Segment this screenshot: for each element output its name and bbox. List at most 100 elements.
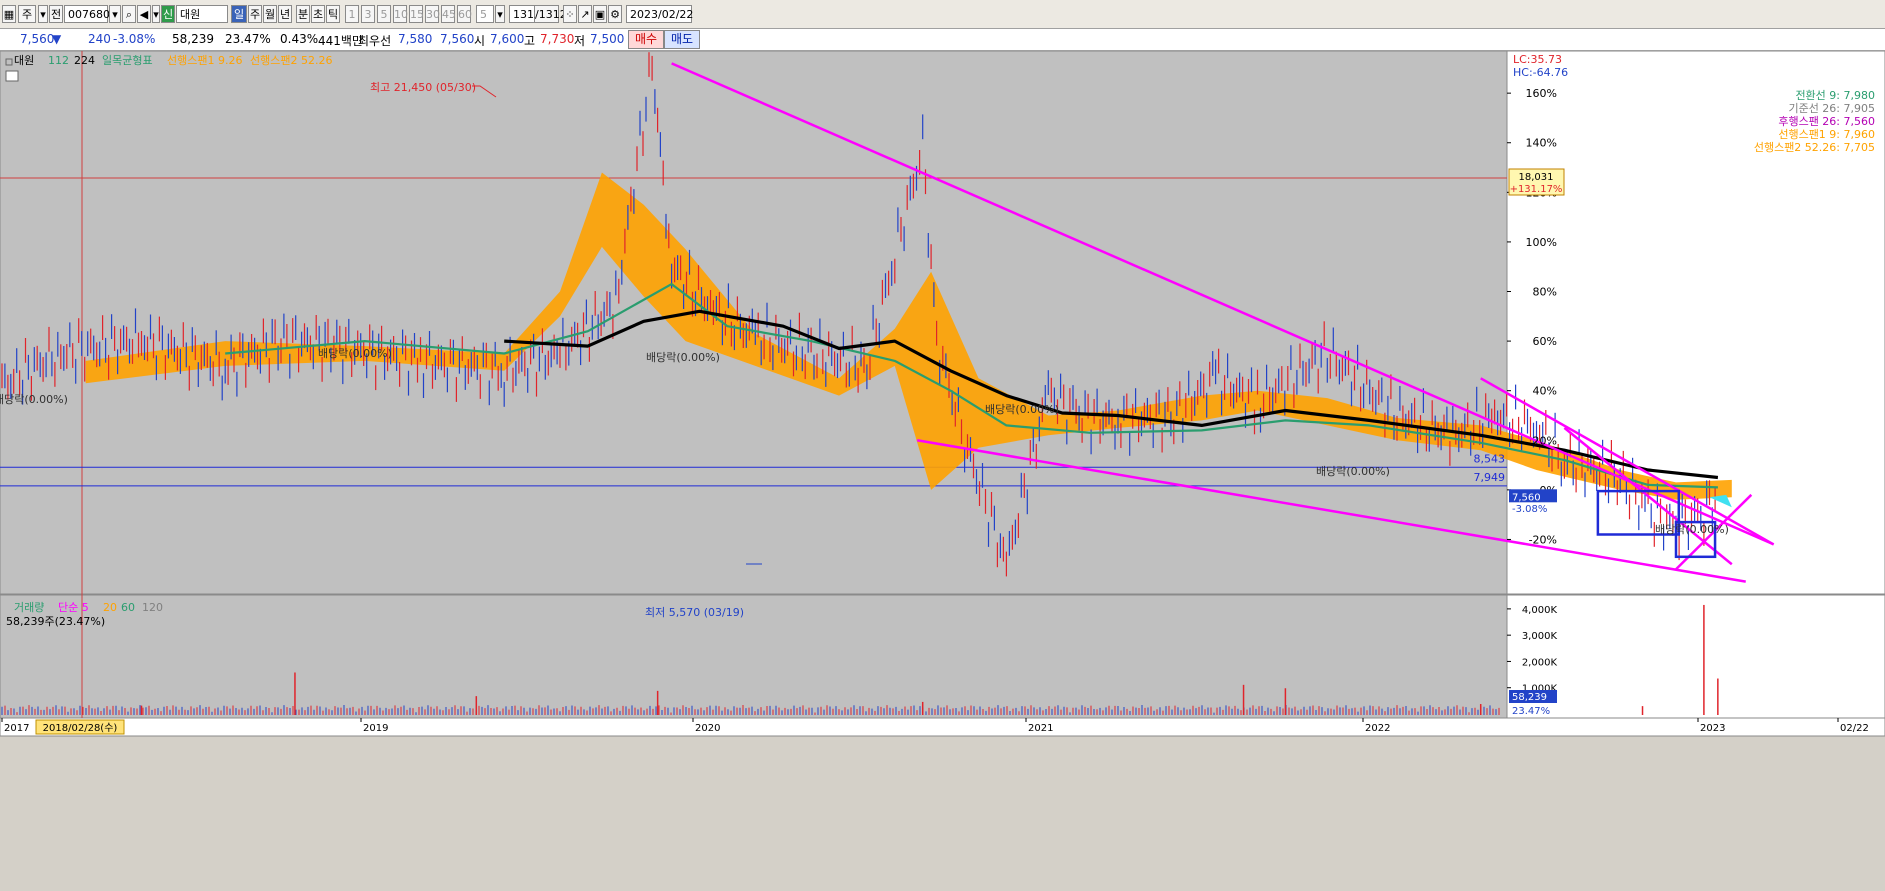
interval-15-button[interactable]: 15 (409, 5, 424, 23)
best-bid: 7,560 (440, 32, 475, 46)
speaker-dropdown-icon[interactable]: ▾ (152, 5, 160, 23)
volume-legend-ma120: 120 (142, 601, 163, 614)
market-dropdown-icon[interactable]: ▾ (38, 5, 48, 23)
volume-total-label: 58,239주(23.47%) (6, 615, 105, 628)
period-tick-tab[interactable]: 틱 (326, 5, 340, 23)
volume-legend-ma20: 20 (103, 601, 117, 614)
x-tick-label: 2020 (695, 723, 720, 734)
high-annotation: 최고 21,450 (05/30) (370, 81, 476, 94)
ichimoku-value-label: 후행스팬 26: 7,560 (1778, 115, 1875, 128)
low-annotation: 최저 5,570 (03/19) (645, 606, 744, 619)
x-tick-label: 2018/02/28(수) (43, 722, 118, 734)
legend-symbol: 대원 (14, 54, 34, 67)
count-total: /1312 (535, 5, 567, 23)
legend-span1: 선행스팬1 9.26 (167, 54, 242, 67)
chart-settings-icon[interactable]: ▦ (2, 5, 16, 23)
period-year-tab[interactable]: 년 (278, 5, 292, 23)
grid-toggle-icon[interactable]: ⁘ (563, 5, 577, 23)
ichimoku-value-label: 전환선 9: 7,980 (1795, 89, 1875, 102)
hline-price-label: 7,949 (1474, 471, 1506, 484)
y-tick-label: 20% (1533, 434, 1557, 447)
volume-legend-ma60: 60 (121, 601, 135, 614)
current-volume-label: 58,239 (1512, 692, 1547, 703)
interval-45-button[interactable]: 45 (441, 5, 456, 23)
interval-dropdown-icon[interactable]: ▾ (495, 5, 505, 23)
exchange-select[interactable]: 전 (49, 5, 63, 23)
stock-chart[interactable]: 160%140%120%100%80%60%40%20%0%-20%LC:35.… (0, 50, 1885, 888)
y-tick-label: 60% (1533, 335, 1557, 348)
gear-icon[interactable]: ⚙ (608, 5, 622, 23)
buy-button[interactable]: 매수 (628, 30, 665, 49)
volume-panel-background (0, 594, 1508, 719)
low-price: 7,500 (590, 32, 625, 46)
ichimoku-value-label: 기준선 26: 7,905 (1788, 102, 1875, 115)
dividend-annotation: 배당락(0.00%) (0, 393, 68, 406)
price-change-pct: -3.08% (113, 32, 156, 46)
ichimoku-value-label: 선행스팬2 52.26: 7,705 (1754, 141, 1875, 154)
volume-y-tick-label: 2,000K (1522, 657, 1558, 668)
legend-ma224: 224 (74, 54, 95, 67)
high-label: 고 (524, 34, 536, 48)
dividend-annotation: 배당락(0.00%) (646, 351, 720, 364)
legend-span2: 선행스팬2 52.26 (250, 54, 332, 67)
trend-icon[interactable]: ↗ (578, 5, 592, 23)
ichimoku-value-label: 선행스팬1 9: 7,960 (1778, 128, 1875, 141)
chart-area: 160%140%120%100%80%60%40%20%0%-20%LC:35.… (0, 50, 1885, 888)
current-volume-pct: 23.47% (1512, 706, 1550, 717)
dividend-annotation: 배당락(0.00%) (1655, 523, 1729, 536)
volume-ratio: 23.47% (225, 32, 271, 46)
low-label: 저 (574, 34, 586, 48)
current-price: 7,560 (20, 32, 55, 46)
interval-3-button[interactable]: 3 (361, 5, 375, 23)
x-tick-label: 2021 (1028, 723, 1053, 734)
interval-60-button[interactable]: 60 (457, 5, 472, 23)
date-input[interactable]: 2023/02/22 (626, 5, 693, 23)
dividend-annotation: 배당락(0.00%) (318, 347, 392, 360)
best-quote-label: 최우선 (358, 34, 392, 48)
period-week-tab[interactable]: 주 (248, 5, 262, 23)
panel-menu-icon (5, 70, 19, 82)
interval-30-button[interactable]: 30 (425, 5, 440, 23)
open-price: 7,600 (490, 32, 525, 46)
interval-input[interactable]: 5 (476, 5, 494, 23)
y-tick-label: -20% (1529, 533, 1557, 546)
interval-10-button[interactable]: 10 (393, 5, 408, 23)
current-price-label: 7,560 (1512, 492, 1541, 503)
trade-amount: 441백만 (318, 34, 363, 48)
period-minute-tab[interactable]: 분 (296, 5, 310, 23)
y-tick-label: 80% (1533, 286, 1557, 299)
hline-price-label: 8,543 (1474, 452, 1506, 465)
hc-label: HC:-64.76 (1513, 66, 1568, 79)
period-day-tab[interactable]: 일 (231, 5, 247, 23)
search-icon[interactable]: ⌕ (122, 5, 136, 23)
count-input[interactable]: 1312 (509, 5, 541, 23)
sell-button[interactable]: 매도 (664, 30, 701, 49)
interval-5-button[interactable]: 5 (377, 5, 391, 23)
market-select[interactable]: 주 (18, 5, 36, 23)
legend-ma112: 112 (48, 54, 69, 67)
speaker-icon[interactable]: ◀ (137, 5, 151, 23)
x-tick-label: 2023 (1700, 723, 1725, 734)
period-month-tab[interactable]: 월 (263, 5, 277, 23)
period-second-tab[interactable]: 초 (311, 5, 325, 23)
volume-legend-label: 거래량 (14, 601, 44, 614)
turnover-ratio: 0.43% (280, 32, 319, 46)
dividend-annotation: 배당락(0.00%) (985, 403, 1059, 416)
stock-code-input[interactable]: 007680 (64, 5, 110, 23)
quote-bar: 7,560 ▼ 240 -3.08% 58,239 23.47% 0.43% 4… (0, 29, 1885, 51)
code-dropdown-icon[interactable]: ▾ (109, 5, 121, 23)
x-tick-label: 2017 (4, 723, 29, 734)
interval-1-button[interactable]: 1 (345, 5, 359, 23)
volume-y-tick-label: 4,000K (1522, 605, 1558, 616)
y-tick-label: 100% (1526, 236, 1557, 249)
crosshair-pct-label: +131.17% (1510, 184, 1563, 195)
save-icon[interactable]: ▣ (593, 5, 607, 23)
time-axis-background (0, 717, 1885, 737)
stock-name-field: 대원 (176, 5, 228, 23)
best-ask: 7,580 (398, 32, 433, 46)
lc-label: LC:35.73 (1513, 53, 1562, 66)
volume-legend-ma5: 단순 5 (58, 601, 89, 614)
y-tick-label: 140% (1526, 137, 1557, 150)
open-label: 시 (474, 34, 486, 48)
chart-toolbar: ▦ 주 ▾ 전 007680 ▾ ⌕ ◀ ▾ 신 대원 일 주 월 년 분 초 … (0, 0, 1885, 29)
